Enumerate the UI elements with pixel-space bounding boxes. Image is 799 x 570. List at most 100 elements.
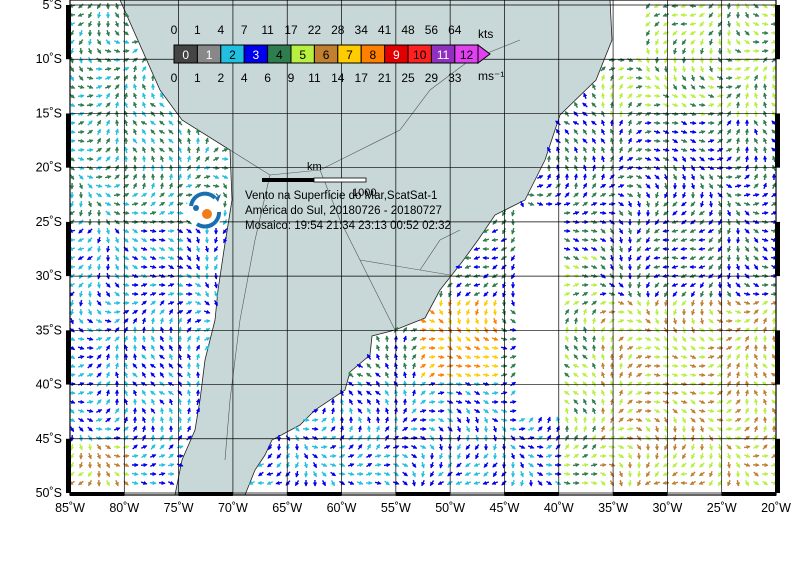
- wind-arrow: [681, 366, 687, 367]
- wind-arrow: [441, 291, 442, 297]
- wind-arrow: [690, 132, 696, 133]
- wind-arrow: [621, 363, 622, 369]
- wind-arrow: [729, 255, 730, 261]
- legend-kts-value: 56: [425, 23, 439, 37]
- wind-arrow: [753, 294, 759, 295]
- legend-kts-value: 34: [355, 23, 369, 37]
- wind-arrow: [81, 48, 82, 54]
- wind-arrow: [405, 381, 406, 387]
- wind-arrow: [666, 66, 667, 72]
- wind-arrow: [726, 87, 732, 88]
- wind-arrow: [645, 375, 651, 376]
- wind-arrow: [429, 411, 435, 412]
- wind-map: 5˚S10˚S15˚S20˚S25˚S30˚S35˚S40˚S45˚S50˚S …: [0, 0, 799, 565]
- wind-arrow: [657, 57, 658, 63]
- wind-arrow: [681, 267, 687, 268]
- wind-arrow: [564, 465, 570, 466]
- wind-arrow: [492, 240, 498, 241]
- wind-arrow: [699, 384, 705, 385]
- wind-arrow: [774, 417, 775, 423]
- legend: 0147111722283441485664 kts 0123456789101…: [171, 23, 505, 85]
- wind-arrow: [414, 381, 415, 387]
- lon-label: 65˚W: [272, 501, 302, 515]
- wind-arrow: [636, 339, 642, 340]
- wind-arrow: [153, 84, 154, 90]
- wind-arrow: [546, 474, 552, 475]
- wind-arrow: [645, 393, 651, 394]
- wind-arrow: [720, 39, 721, 45]
- wind-arrow: [738, 390, 739, 396]
- legend-ms-value: 1: [194, 71, 201, 85]
- wind-arrow: [132, 456, 138, 457]
- wind-arrow: [510, 429, 516, 430]
- wind-arrow: [153, 435, 154, 441]
- wind-arrow: [630, 237, 631, 243]
- wind-arrow: [90, 291, 91, 297]
- lon-label: 45˚W: [490, 501, 520, 515]
- lon-label: 20˚W: [761, 501, 791, 515]
- wind-arrow: [564, 474, 570, 475]
- wind-arrow: [600, 213, 606, 214]
- legend-kts-value: 0: [171, 23, 178, 37]
- wind-arrow: [429, 357, 435, 358]
- lon-label: 55˚W: [381, 501, 411, 515]
- wind-arrow: [711, 201, 712, 207]
- wind-arrow: [672, 393, 678, 394]
- wind-arrow: [87, 159, 93, 160]
- wind-arrow: [765, 417, 766, 423]
- wind-arrow: [405, 354, 406, 360]
- wind-arrow: [609, 204, 615, 205]
- legend-ms-value: 9: [288, 71, 295, 85]
- scale-bar-segment-black: [262, 178, 314, 182]
- legend-ms-value: 25: [401, 71, 415, 85]
- wind-arrow: [99, 30, 100, 36]
- wind-arrow: [387, 336, 388, 342]
- legend-ms-value: 33: [448, 71, 462, 85]
- wind-arrow: [744, 312, 750, 313]
- wind-arrow: [762, 213, 768, 214]
- wind-arrow: [639, 210, 640, 216]
- wind-arrow: [144, 336, 145, 342]
- wind-arrow: [135, 399, 136, 405]
- wind-arrow: [405, 399, 406, 405]
- wind-arrow: [492, 366, 498, 367]
- lat-label: 10˚S: [36, 52, 62, 66]
- wind-arrow: [78, 132, 84, 133]
- wind-arrow: [564, 213, 570, 214]
- wind-arrow: [672, 123, 678, 124]
- wind-arrow: [186, 285, 192, 286]
- wind-arrow: [135, 75, 136, 81]
- lat-label: 20˚S: [36, 161, 62, 175]
- lon-label: 70˚W: [218, 501, 248, 515]
- wind-arrow: [159, 483, 165, 484]
- wind-arrow: [636, 402, 642, 403]
- wind-arrow: [717, 411, 723, 412]
- wind-arrow: [720, 30, 721, 36]
- lon-label: 50˚W: [435, 501, 465, 515]
- wind-arrow: [729, 471, 730, 477]
- wind-arrow: [549, 156, 550, 162]
- wind-arrow: [537, 447, 543, 448]
- legend-kts-value: 7: [241, 23, 248, 37]
- lon-label: 30˚W: [652, 501, 682, 515]
- wind-arrow: [510, 411, 516, 412]
- wind-arrow: [666, 300, 667, 306]
- legend-kts-value: 17: [284, 23, 298, 37]
- wind-arrow: [747, 354, 748, 360]
- wind-arrow: [744, 446, 750, 447]
- legend-ms-value: 11: [308, 71, 321, 85]
- wind-arrow: [78, 96, 84, 97]
- wind-arrow: [492, 393, 498, 394]
- legend-class-label: 8: [370, 48, 377, 62]
- wind-arrow: [699, 375, 705, 376]
- map-title: Vento na Superfície do Mar,ScatSat-1 Amé…: [245, 190, 451, 232]
- wind-arrow: [198, 372, 199, 378]
- latitude-labels: 5˚S10˚S15˚S20˚S25˚S30˚S35˚S40˚S45˚S50˚S: [36, 0, 62, 500]
- wind-arrow: [690, 240, 696, 241]
- wind-arrow: [114, 312, 120, 313]
- wind-arrow: [576, 183, 577, 189]
- wind-arrow: [180, 345, 181, 351]
- wind-arrow: [603, 102, 604, 108]
- wind-arrow: [639, 471, 640, 477]
- wind-arrow: [645, 150, 651, 151]
